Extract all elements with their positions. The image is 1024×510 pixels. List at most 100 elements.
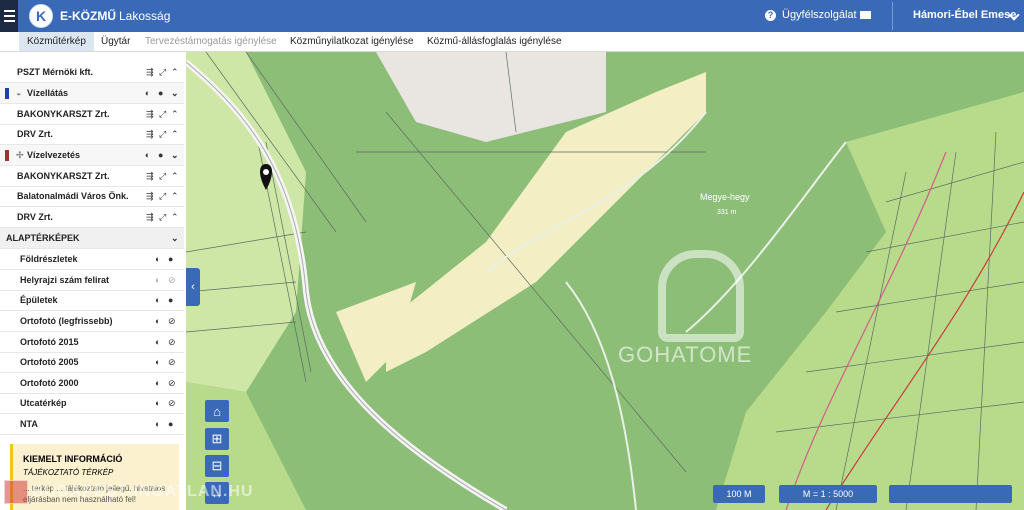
layer-label: Vízellátás xyxy=(27,88,69,98)
contrast-icon[interactable]: ◐ xyxy=(155,295,160,305)
chevron-up-icon[interactable]: ⌃ xyxy=(171,191,179,202)
contrast-icon[interactable]: ◐ xyxy=(155,316,160,326)
eye-off-icon[interactable]: ⊘ xyxy=(168,275,176,286)
basemap-label: Ortofotó (legfrissebb) xyxy=(20,316,113,326)
eye-off-icon[interactable]: ⊘ xyxy=(168,398,176,409)
eye-icon[interactable]: ● xyxy=(158,150,163,160)
chevron-up-icon[interactable]: ⌃ xyxy=(171,171,179,182)
basemap-row[interactable]: NTA ◐ ● xyxy=(0,414,184,435)
layer-group-vizelvezetes[interactable]: ✢ Vízelvezetés ◐ ● ⌄ xyxy=(0,145,184,166)
expand-icon[interactable]: ⤢ xyxy=(159,67,166,78)
app-logo[interactable]: K xyxy=(29,4,53,28)
basemaps-section-header[interactable]: ALAPTÉRKÉPEK ⌄ xyxy=(0,228,184,249)
layer-row[interactable]: PSZT Mérnöki kft. ⇶ ⤢ ⌃ xyxy=(0,62,184,83)
network-icon[interactable]: ⇶ xyxy=(146,171,154,182)
network-icon[interactable]: ⇶ xyxy=(146,129,154,140)
expand-icon[interactable]: ⤢ xyxy=(159,171,166,182)
layer-label: DRV Zrt. xyxy=(17,212,53,222)
basemap-row[interactable]: Ortofotó 2005 ◐ ⊘ xyxy=(0,352,184,373)
tab-tervezestamogatas[interactable]: Tervezéstámogatás igénylése xyxy=(137,32,285,51)
path xyxy=(565,281,637,510)
basemap-label: Földrészletek xyxy=(20,254,78,264)
basemap-row[interactable]: Ortofotó (legfrissebb) ◐ ⊘ xyxy=(0,311,184,332)
layer-row[interactable]: DRV Zrt. ⇶ ⤢ ⌃ xyxy=(0,207,184,228)
sidebar-collapse-button[interactable]: ‹ xyxy=(186,268,200,306)
layer-group-vizellatas[interactable]: ◒ Vízellátás ◐ ● ⌄ xyxy=(0,83,184,104)
tab-kozmunyilatkozat[interactable]: Közműnyilatkozat igénylése xyxy=(282,32,421,51)
chevron-up-icon[interactable]: ⌃ xyxy=(171,67,179,78)
layer-row[interactable]: BAKONYKARSZT Zrt. ⇶ ⤢ ⌃ xyxy=(0,104,184,125)
basemap-label: NTA xyxy=(20,419,38,429)
user-name[interactable]: Hámori-Ébel Emese xyxy=(913,9,1016,21)
urban-area xyxy=(376,52,606,142)
network-icon[interactable]: ⇶ xyxy=(146,109,154,120)
menu-icon[interactable] xyxy=(0,0,18,32)
layer-row[interactable]: DRV Zrt. ⇶ ⤢ ⌃ xyxy=(0,124,184,145)
bottom-watermark: BUDAPEST-INGATLAN.HU xyxy=(4,478,288,506)
basemap-row[interactable]: Helyrajzi szám felirat ◐ ⊘ xyxy=(0,270,184,291)
info-title: KIEMELT INFORMÁCIÓ xyxy=(23,454,123,464)
contrast-icon[interactable]: ◐ xyxy=(145,150,150,160)
eye-off-icon[interactable]: ⊘ xyxy=(168,357,176,368)
support-link[interactable]: ? Ügyfélszolgálat xyxy=(765,9,857,21)
group-color-marker xyxy=(5,150,9,161)
expand-icon[interactable]: ⤢ xyxy=(159,129,166,140)
eye-off-icon[interactable]: ⊘ xyxy=(168,378,176,389)
chevron-down-icon[interactable]: ⌄ xyxy=(171,88,179,99)
basemap-label: Ortofotó 2000 xyxy=(20,378,79,388)
contrast-icon[interactable]: ◐ xyxy=(155,254,160,264)
chevron-up-icon[interactable]: ⌃ xyxy=(171,212,179,223)
network-icon[interactable]: ⇶ xyxy=(146,191,154,202)
contrast-icon[interactable]: ◐ xyxy=(155,419,160,429)
contrast-icon[interactable]: ◐ xyxy=(145,88,150,98)
eye-off-icon[interactable]: ⊘ xyxy=(168,337,176,348)
basemap-row[interactable]: Földrészletek ◐ ● xyxy=(0,249,184,270)
eye-icon[interactable]: ● xyxy=(168,295,173,305)
basemap-label: Helyrajzi szám felirat xyxy=(20,275,110,285)
layer-label: BAKONYKARSZT Zrt. xyxy=(17,109,110,119)
info-subtitle: TÁJÉKOZTATÓ TÉRKÉP xyxy=(23,468,114,477)
contrast-icon[interactable]: ◐ xyxy=(155,275,160,285)
chevron-up-icon[interactable]: ⌃ xyxy=(171,129,179,140)
contrast-icon[interactable]: ◐ xyxy=(155,357,160,367)
eye-icon[interactable]: ● xyxy=(168,419,173,429)
network-icon[interactable]: ⇶ xyxy=(146,67,154,78)
tab-ugytar[interactable]: Ügytár xyxy=(93,32,138,51)
contrast-icon[interactable]: ◐ xyxy=(155,378,160,388)
house-icon xyxy=(4,480,28,504)
support-label: Ügyfélszolgálat xyxy=(782,9,857,21)
eye-icon[interactable]: ● xyxy=(158,88,163,98)
basemap-row[interactable]: Ortofotó 2015 ◐ ⊘ xyxy=(0,332,184,353)
chevron-down-icon[interactable]: ⌄ xyxy=(171,233,179,244)
eye-icon[interactable]: ● xyxy=(168,254,173,264)
tab-kozmuterkep[interactable]: Közműtérkép xyxy=(19,32,94,51)
expand-icon[interactable]: ⤢ xyxy=(159,109,166,120)
layer-row[interactable]: Balatonalmádi Város Önk. ⇶ ⤢ ⌃ xyxy=(0,186,184,207)
zoom-out-button[interactable]: ⊟ xyxy=(205,455,229,477)
basemap-row[interactable]: Utcatérkép ◐ ⊘ xyxy=(0,393,184,414)
layer-row[interactable]: BAKONYKARSZT Zrt. ⇶ ⤢ ⌃ xyxy=(0,166,184,187)
basemap-row[interactable]: Ortofotó 2000 ◐ ⊘ xyxy=(0,373,184,394)
basemap-label: Épületek xyxy=(20,295,58,305)
section-title: ALAPTÉRKÉPEK xyxy=(6,233,80,243)
chevron-up-icon[interactable]: ⌃ xyxy=(171,109,179,120)
contrast-icon[interactable]: ◐ xyxy=(155,398,160,408)
layer-sidebar: PSZT Mérnöki kft. ⇶ ⤢ ⌃ ◒ Vízellátás ◐ ●… xyxy=(0,52,187,510)
network-icon[interactable]: ⇶ xyxy=(146,212,154,223)
layer-label: BAKONYKARSZT Zrt. xyxy=(17,171,110,181)
eye-off-icon[interactable]: ⊘ xyxy=(168,316,176,327)
map-drawing xyxy=(186,52,1024,510)
contrast-icon[interactable]: ◐ xyxy=(155,337,160,347)
chevron-down-icon[interactable]: ⌄ xyxy=(171,150,179,161)
expand-icon[interactable]: ⤢ xyxy=(159,191,166,202)
tab-kozmu-allasfoglalas[interactable]: Közmű-állásfoglalás igénylése xyxy=(419,32,570,51)
group-color-marker xyxy=(5,88,9,99)
app-name: E-KÖZMŰ xyxy=(60,9,116,23)
expand-icon[interactable]: ⤢ xyxy=(159,212,166,223)
basemap-row[interactable]: Épületek ◐ ● xyxy=(0,290,184,311)
mail-icon[interactable] xyxy=(860,11,871,19)
field-area xyxy=(186,52,306,392)
map-canvas[interactable]: GOHATOME Megye-hegy 331 m xyxy=(186,52,1024,510)
home-button[interactable]: ⌂ xyxy=(205,400,229,422)
zoom-in-button[interactable]: ⊞ xyxy=(205,428,229,450)
